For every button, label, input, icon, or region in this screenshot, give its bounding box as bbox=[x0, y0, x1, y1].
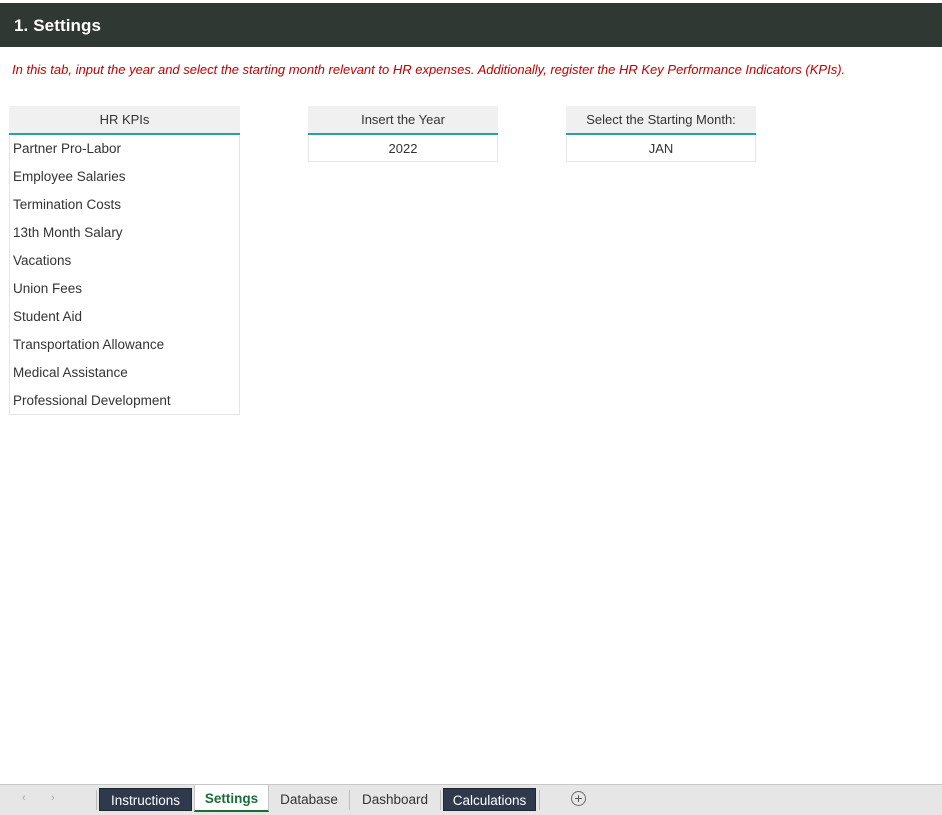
kpi-item[interactable]: Student Aid bbox=[10, 303, 239, 331]
kpi-list: Partner Pro-Labor Employee Salaries Term… bbox=[9, 135, 240, 415]
tab-database[interactable]: Database bbox=[270, 788, 348, 811]
month-select[interactable]: JAN bbox=[566, 135, 756, 162]
tab-separator bbox=[96, 790, 97, 810]
scroll-tabs-left-icon[interactable]: ‹ bbox=[22, 792, 26, 804]
kpi-item[interactable]: Vacations bbox=[10, 247, 239, 275]
kpi-item[interactable]: Union Fees bbox=[10, 275, 239, 303]
tab-dashboard[interactable]: Dashboard bbox=[350, 788, 440, 811]
year-field-header: Insert the Year bbox=[308, 106, 498, 135]
kpi-table-header: HR KPIs bbox=[9, 106, 240, 135]
instruction-text: In this tab, input the year and select t… bbox=[12, 62, 846, 77]
section-header: 1. Settings bbox=[0, 3, 942, 47]
page-title: 1. Settings bbox=[14, 16, 102, 35]
year-input[interactable]: 2022 bbox=[308, 135, 498, 162]
kpi-item[interactable]: Termination Costs bbox=[10, 191, 239, 219]
kpi-item[interactable]: Transportation Allowance bbox=[10, 331, 239, 359]
tab-separator bbox=[440, 790, 441, 810]
tab-calculations[interactable]: Calculations bbox=[443, 788, 536, 811]
kpi-item[interactable]: Medical Assistance bbox=[10, 359, 239, 387]
scroll-tabs-right-icon[interactable]: › bbox=[51, 792, 55, 804]
tab-separator bbox=[539, 790, 540, 810]
sheet-tab-bar: ‹ › Instructions Settings Database Dashb… bbox=[0, 784, 942, 815]
kpi-item[interactable]: 13th Month Salary bbox=[10, 219, 239, 247]
tab-instructions[interactable]: Instructions bbox=[99, 788, 192, 811]
tab-settings[interactable]: Settings bbox=[194, 785, 269, 812]
kpi-item[interactable]: Employee Salaries bbox=[10, 163, 239, 191]
kpi-item[interactable]: Partner Pro-Labor bbox=[10, 135, 239, 163]
add-sheet-icon[interactable]: + bbox=[571, 791, 586, 806]
month-field-header: Select the Starting Month: bbox=[566, 106, 756, 135]
kpi-item[interactable]: Professional Development bbox=[10, 387, 239, 415]
